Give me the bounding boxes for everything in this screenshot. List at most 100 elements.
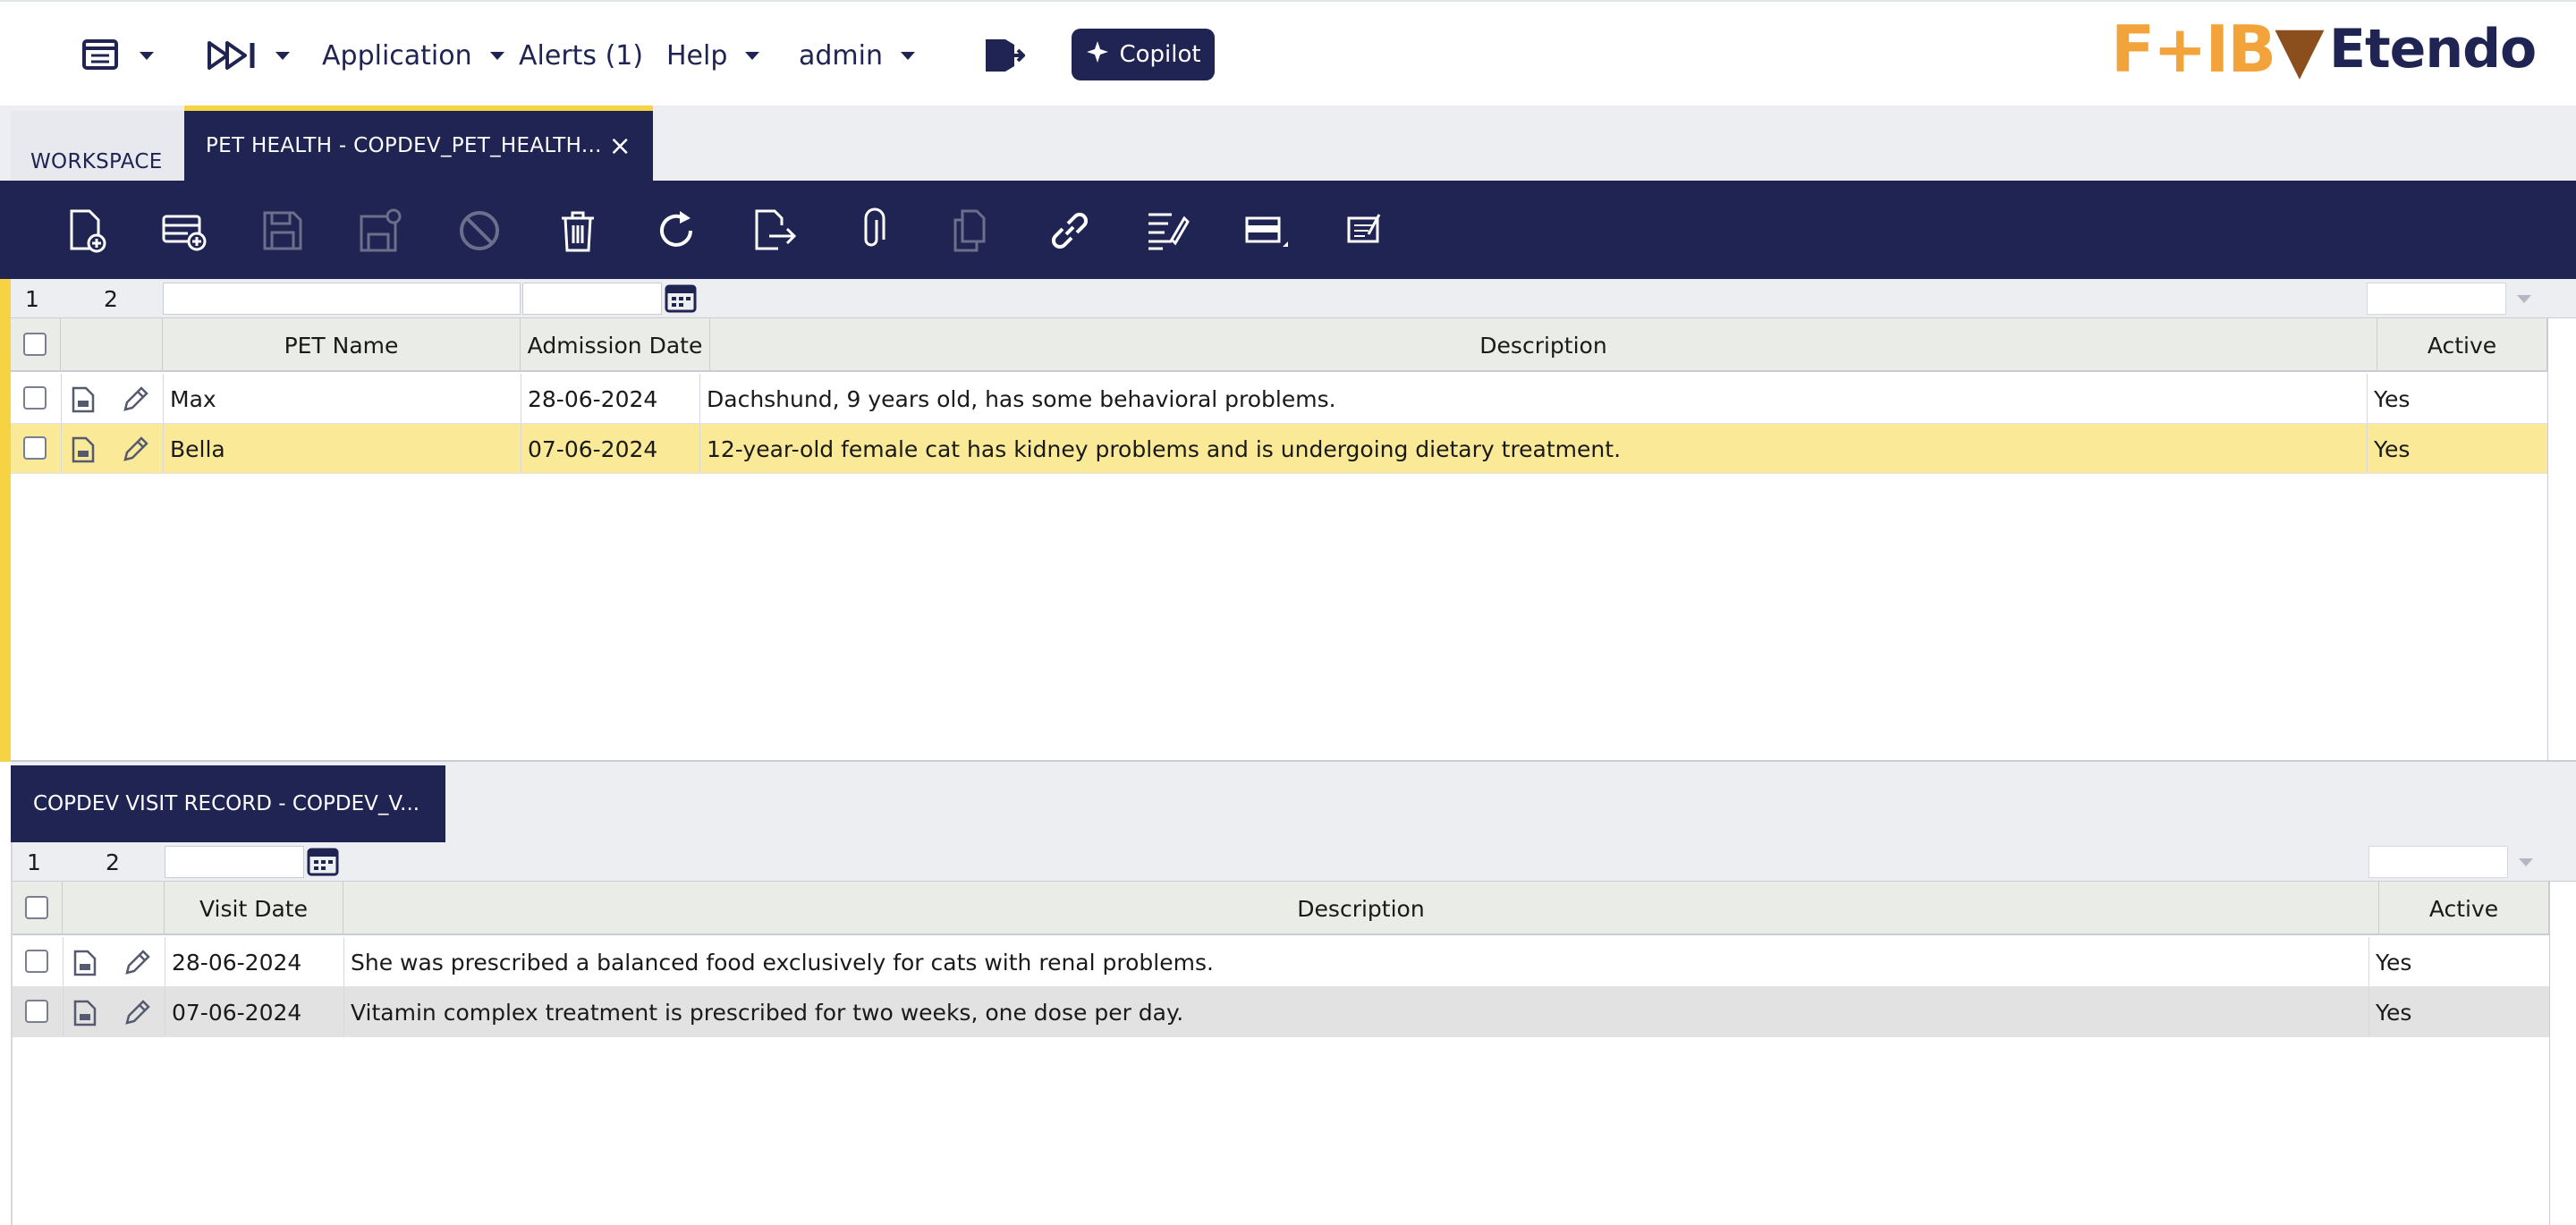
copilot-label: Copilot	[1119, 41, 1201, 68]
chevron-down-icon	[275, 51, 290, 60]
row-checkbox[interactable]	[25, 1000, 48, 1023]
active-filter-select[interactable]	[2367, 283, 2506, 315]
user-menu[interactable]: admin	[799, 29, 915, 82]
copilot-button[interactable]: Copilot	[1072, 29, 1215, 80]
undo-button[interactable]	[453, 204, 506, 258]
clone-button[interactable]	[945, 204, 998, 258]
column-header-active[interactable]: Active	[2379, 882, 2549, 935]
column-divider	[163, 374, 164, 423]
visit-date-filter-input[interactable]	[165, 846, 304, 878]
admission-date-cell: 28-06-2024	[528, 385, 658, 412]
active-cell: Yes	[2374, 435, 2411, 462]
audit-trail-button[interactable]	[1141, 204, 1195, 258]
close-icon[interactable]: ×	[609, 131, 631, 162]
link-button[interactable]	[1043, 204, 1097, 258]
admission-date-filter-input[interactable]	[522, 283, 662, 315]
visit-date-cell: 07-06-2024	[172, 999, 302, 1026]
row-checkbox[interactable]	[23, 436, 47, 460]
description-cell: Dachshund, 9 years old, has some behavio…	[707, 385, 1336, 412]
table-row-selected[interactable]: Bella 07-06-2024 12-year-old female cat …	[11, 424, 2547, 474]
notes-button[interactable]	[1338, 204, 1392, 258]
column-divider	[63, 937, 64, 986]
row-checkbox[interactable]	[23, 386, 47, 410]
application-menu[interactable]: Application	[322, 29, 504, 82]
attach-button[interactable]	[846, 204, 900, 258]
calendar-icon[interactable]	[306, 844, 340, 878]
views-menu[interactable]	[82, 29, 154, 82]
save-icon	[263, 211, 302, 250]
select-all-cell	[11, 318, 61, 372]
tab-pet-health[interactable]: PET HEALTH - COPDEV_PET_HEALTH... ×	[184, 106, 653, 181]
select-all-cell	[13, 882, 63, 935]
refresh-icon	[660, 211, 692, 247]
chevron-down-icon[interactable]	[2517, 295, 2531, 303]
edit-pencil-icon[interactable]	[123, 998, 152, 1026]
audit-list-icon	[1148, 213, 1190, 250]
copy-icon	[953, 209, 986, 252]
export-button[interactable]	[748, 204, 801, 258]
save-and-close-button[interactable]	[354, 204, 408, 258]
help-menu[interactable]: Help	[666, 29, 760, 82]
select-all-checkbox[interactable]	[25, 896, 48, 919]
edit-pencil-icon[interactable]	[123, 948, 152, 976]
column-header-active[interactable]: Active	[2377, 318, 2547, 372]
pet-name-filter-input[interactable]	[163, 283, 521, 315]
refresh-button[interactable]	[649, 204, 703, 258]
edit-pencil-icon[interactable]	[122, 384, 150, 413]
chevron-down-icon[interactable]	[2519, 858, 2533, 866]
new-row-icon	[162, 215, 207, 251]
new-document-button[interactable]	[59, 204, 113, 258]
form-view-icon[interactable]	[72, 386, 95, 413]
column-divider	[61, 424, 62, 473]
table-row[interactable]: Max 28-06-2024 Dachshund, 9 years old, h…	[11, 374, 2547, 424]
column-divider	[2368, 987, 2369, 1036]
table-row[interactable]: 28-06-2024 She was prescribed a balanced…	[13, 937, 2549, 987]
chevron-down-icon	[745, 51, 760, 60]
visit-record-grid: 1 2 Visit Date Description Active 28-06-…	[11, 842, 2576, 1225]
grid-form-toggle-button[interactable]	[1240, 204, 1293, 258]
form-view-icon[interactable]	[73, 950, 97, 976]
tab-workspace[interactable]: WORKSPACE	[11, 106, 184, 181]
column-header-admission-date[interactable]: Admission Date	[521, 318, 710, 372]
column-divider	[163, 424, 164, 473]
alerts-link[interactable]: Alerts (1)	[519, 29, 643, 82]
logout-icon	[982, 36, 1025, 75]
active-filter-select[interactable]	[2368, 846, 2508, 878]
column-divider	[63, 987, 64, 1036]
row-checkbox[interactable]	[25, 950, 48, 973]
column-divider	[699, 424, 700, 473]
window-tab-strip: WORKSPACE PET HEALTH - COPDEV_PET_HEALTH…	[0, 106, 2576, 181]
logout-button[interactable]	[982, 29, 1025, 82]
tab-visit-record[interactable]: COPDEV VISIT RECORD - COPDEV_V...	[11, 765, 445, 842]
save-button[interactable]	[256, 204, 309, 258]
grid-scrollbar-track[interactable]	[2547, 318, 2576, 760]
active-panel-accent	[0, 279, 11, 762]
edit-pencil-icon[interactable]	[122, 435, 150, 463]
column-header-visit-date[interactable]: Visit Date	[165, 882, 343, 935]
active-cell: Yes	[2376, 949, 2412, 976]
form-view-icon[interactable]	[73, 1000, 97, 1026]
delete-button[interactable]	[551, 204, 605, 258]
grid-scrollbar-track[interactable]	[2549, 882, 2576, 1225]
select-all-checkbox[interactable]	[23, 333, 47, 356]
column-divider	[2368, 937, 2369, 986]
quick-launch-menu[interactable]	[208, 29, 290, 82]
description-cell: She was prescribed a balanced food exclu…	[351, 949, 1214, 976]
table-row[interactable]: 07-06-2024 Vitamin complex treatment is …	[13, 987, 2549, 1037]
partner-logo-text: F+IB	[2111, 12, 2276, 87]
column-header-description[interactable]: Description	[343, 882, 2379, 935]
help-menu-label: Help	[666, 39, 728, 72]
column-header-pet-name[interactable]: PET Name	[163, 318, 521, 372]
page-number: 1	[25, 286, 39, 312]
column-header-description[interactable]: Description	[710, 318, 2377, 372]
column-divider	[699, 374, 700, 423]
form-view-icon[interactable]	[72, 436, 95, 463]
trash-icon	[562, 211, 594, 252]
page-number: 2	[106, 849, 120, 875]
pet-name-cell: Max	[170, 385, 216, 412]
description-cell: Vitamin complex treatment is prescribed …	[351, 999, 1184, 1026]
link-icon	[1051, 212, 1089, 249]
calendar-icon[interactable]	[664, 281, 698, 315]
new-row-button[interactable]	[157, 204, 211, 258]
user-menu-label: admin	[799, 39, 883, 72]
